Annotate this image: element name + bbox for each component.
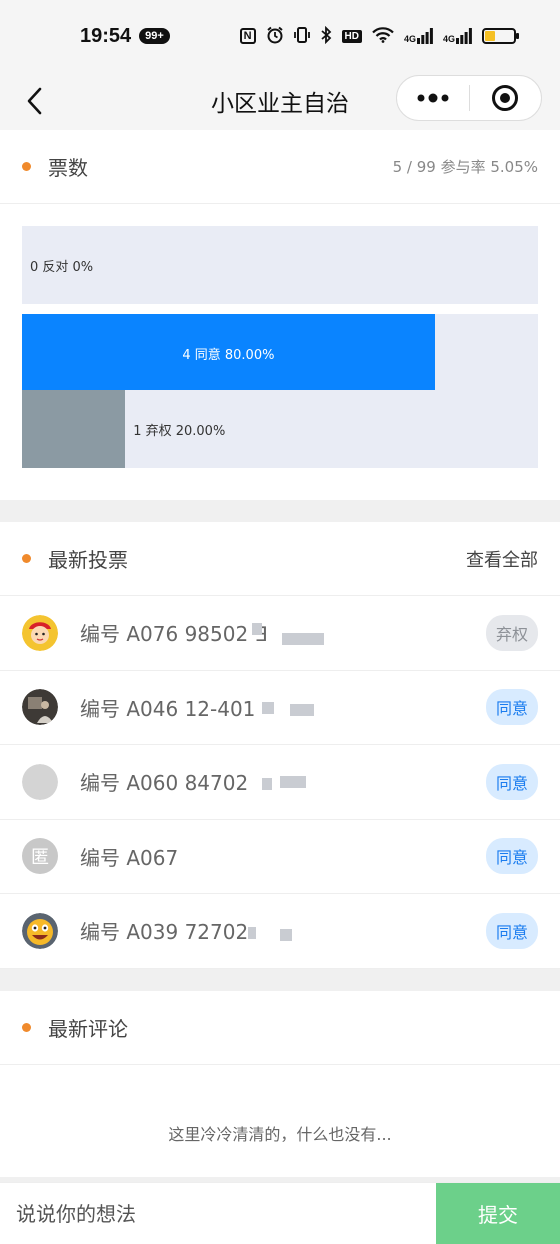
vote-bar-label: 1 弃权 20.00% [133,423,226,439]
hd-icon: HD [341,29,362,43]
vote-bar-track: 4 同意 80.00% [22,314,538,392]
cartoon-avatar [22,614,58,651]
vote-status-badge: 弃权 [485,614,538,651]
latest-votes-card: 最新投票 查看全部 编号 A076 98502 ∃ 弃权 编号 A046 12-40… [0,522,560,969]
emoji-avatar [22,912,58,949]
redacted-block [252,623,262,635]
gray-avatar [22,763,58,800]
participation-summary: 5 / 99 参与率 5.05% [392,158,538,176]
vote-bar-track: 1 弃权 20.00% [22,390,538,468]
signal-icon-2: 4G [443,28,472,44]
view-all-link[interactable]: 查看全部 [466,546,538,572]
section-gap [0,500,560,522]
vote-status-badge: 同意 [485,689,538,726]
vote-status-badge: 同意 [485,838,538,875]
page-title: 小区业主自治 [211,91,349,117]
miniprogram-capsule [396,75,542,121]
comment-input[interactable] [0,1183,436,1244]
latest-votes-header: 最新投票 查看全部 [0,522,560,596]
vote-unit-number: 编号 A067 [80,845,179,870]
more-button[interactable] [397,76,469,120]
status-time: 19:54 [80,24,132,47]
vote-unit-number: 编号 A046 12-401 [80,696,256,721]
nfc-icon: N [239,28,256,44]
vibrate-icon [293,26,310,47]
accent-dot [22,162,31,171]
vote-count-card: 票数 5 / 99 参与率 5.05% 0 反对 0% 4 同意 80.00% 1 … [0,130,560,500]
anonymous-avatar-char: 匿 [31,847,49,869]
vote-list-item[interactable]: 编号 A060 84702 同意 [0,745,560,820]
battery-icon [482,28,519,44]
nav-bar: 小区业主自治 [0,72,560,130]
latest-comments-title: 最新评论 [48,1016,128,1041]
redacted-block [262,701,274,714]
accent-dot [22,1022,31,1032]
empty-comments-text: 这里冷冷清清的，什么也没有... [168,1124,392,1144]
comments-empty-state: 这里冷冷清清的，什么也没有... [0,1065,560,1177]
status-bar: 19:54 99+ N HD 4G 4G [0,0,560,72]
vote-bar-label: 4 同意 80.00% [182,347,275,363]
section-gap [0,968,560,991]
latest-comments-header: 最新评论 [0,991,560,1065]
vote-bar-label: 0 反对 0% [30,259,94,275]
vote-bar-track: 0 反对 0% [22,226,538,304]
vote-list-item[interactable]: 编号 A046 12-401 同意 [0,671,560,745]
redacted-block [280,929,292,941]
accent-dot [22,554,31,563]
vote-list-item[interactable]: 编号 A076 98502 ∃ 弃权 [0,596,560,671]
latest-comments-card: 最新评论 这里冷冷清清的，什么也没有... [0,990,560,1177]
signal-icon-1: 4G [404,28,433,44]
status-left: 19:54 99+ [80,25,170,48]
vote-count-title: 票数 [48,156,88,180]
battery-level [485,31,495,41]
latest-votes-title: 最新投票 [48,548,128,572]
vote-status-badge: 同意 [485,912,538,949]
chevron-left-icon [27,87,42,115]
vote-count-header: 票数 5 / 99 参与率 5.05% [0,130,560,204]
bluetooth-icon [320,25,332,47]
submit-button[interactable]: 提交 [436,1183,560,1244]
redacted-block [262,778,272,790]
redacted-block [290,703,314,716]
vote-list-item[interactable]: 匿 编号 A067 同意 [0,820,560,894]
anonymous-avatar: 匿 [22,838,58,875]
vote-list-item[interactable]: 编号 A039 72702 同意 [0,894,560,969]
redacted-block [282,633,324,645]
back-button[interactable] [18,84,50,118]
redacted-block [248,927,256,939]
vote-bar-chart: 0 反对 0% 4 同意 80.00% 1 弃权 20.00% [0,204,560,500]
vote-bar-fill [22,390,126,468]
vote-status-badge: 同意 [485,763,538,800]
target-icon [492,85,519,111]
photo-avatar [22,689,58,726]
wifi-icon [372,26,394,46]
comment-composer: 提交 [0,1182,560,1244]
status-icons: N HD 4G 4G [239,25,519,47]
vote-list: 编号 A076 98502 ∃ 弃权 编号 A046 12-401 同意 编号 A060… [0,596,560,969]
more-dots-icon [417,93,449,103]
close-miniprogram-button[interactable] [470,76,542,120]
alarm-icon [266,26,284,47]
redacted-block [280,776,306,788]
notification-badge: 99+ [139,28,170,44]
